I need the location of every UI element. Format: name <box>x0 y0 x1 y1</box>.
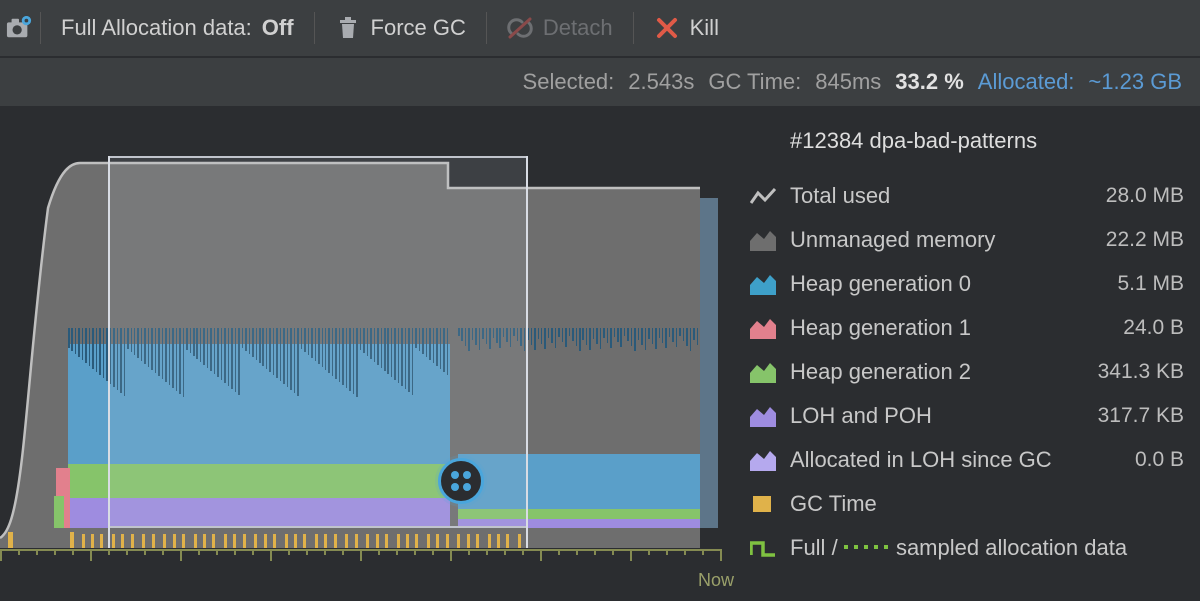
current-position-marker <box>700 198 718 528</box>
process-title: #12384 dpa-bad-patterns <box>790 128 1190 154</box>
area-icon <box>750 361 776 383</box>
snapshot-settings-icon[interactable] <box>6 15 32 41</box>
close-x-icon <box>654 15 680 41</box>
area-icon <box>750 229 776 251</box>
legend-value: 341.3 KB <box>1080 360 1190 384</box>
selection-handle-right[interactable] <box>526 156 528 548</box>
detach-icon <box>507 15 533 41</box>
detach-button: Detach <box>489 0 631 56</box>
legend-value: 24.0 B <box>1080 316 1190 340</box>
gc-time-value: 845ms <box>815 69 881 95</box>
allocated-value: ~1.23 GB <box>1088 69 1182 95</box>
square-icon <box>750 493 776 515</box>
trash-icon <box>335 15 361 41</box>
selection-handle-left[interactable] <box>108 156 110 548</box>
separator <box>486 12 487 44</box>
time-ruler[interactable] <box>0 549 720 573</box>
ruler-now-label: Now <box>698 570 734 591</box>
grid-dots-icon <box>451 471 471 491</box>
separator <box>633 12 634 44</box>
kill-label: Kill <box>690 15 719 41</box>
legend-loh-alloc[interactable]: Allocated in LOH since GC 0.0 B <box>750 438 1190 482</box>
legend-label: Heap generation 1 <box>790 315 1066 341</box>
separator <box>40 12 41 44</box>
legend-value: 28.0 MB <box>1080 184 1190 208</box>
area-icon <box>750 405 776 427</box>
gc-time-pct: 33.2 % <box>895 69 964 95</box>
legend-label: LOH and POH <box>790 403 1066 429</box>
legend-label: Unmanaged memory <box>790 227 1066 253</box>
allocation-data-toggle[interactable]: Full Allocation data: Off <box>43 0 312 56</box>
selected-value: 2.543s <box>628 69 694 95</box>
separator <box>314 12 315 44</box>
legend-label: Full / sampled allocation data <box>790 535 1190 561</box>
status-bar: Selected: 2.543s GC Time: 845ms 33.2 % A… <box>0 58 1200 108</box>
legend-value: 0.0 B <box>1080 448 1190 472</box>
selected-label: Selected: <box>523 69 615 95</box>
gc-time-bars <box>0 530 700 548</box>
legend-unmanaged[interactable]: Unmanaged memory 22.2 MB <box>750 218 1190 262</box>
memory-chart[interactable] <box>0 148 700 548</box>
main-area: Now #12384 dpa-bad-patterns Total used 2… <box>0 108 1200 601</box>
toolbar: Full Allocation data: Off Force GC Detac… <box>0 0 1200 58</box>
legend-total-used[interactable]: Total used 28.0 MB <box>750 174 1190 218</box>
legend-gc-time[interactable]: GC Time <box>750 482 1190 526</box>
area-icon <box>750 449 776 471</box>
force-gc-label: Force GC <box>371 15 466 41</box>
detach-label: Detach <box>543 15 613 41</box>
gc-time-label: GC Time: <box>708 69 801 95</box>
area-icon <box>750 273 776 295</box>
legend-label: Total used <box>790 183 1066 209</box>
allocated-label: Allocated: <box>978 69 1075 95</box>
legend-gen0[interactable]: Heap generation 0 5.1 MB <box>750 262 1190 306</box>
legend-panel: #12384 dpa-bad-patterns Total used 28.0 … <box>720 108 1200 601</box>
legend-value: 317.7 KB <box>1080 404 1190 428</box>
snapshot-marker[interactable] <box>438 458 484 504</box>
legend-loh[interactable]: LOH and POH 317.7 KB <box>750 394 1190 438</box>
chart-area[interactable]: Now <box>0 108 720 601</box>
line-icon <box>750 185 776 207</box>
legend-alloc-data[interactable]: Full / sampled allocation data <box>750 526 1190 570</box>
legend-gen2[interactable]: Heap generation 2 341.3 KB <box>750 350 1190 394</box>
kill-button[interactable]: Kill <box>636 0 737 56</box>
step-line-icon <box>750 537 776 559</box>
legend-value: 5.1 MB <box>1080 272 1190 296</box>
legend-label: Heap generation 2 <box>790 359 1066 385</box>
legend-label: Heap generation 0 <box>790 271 1066 297</box>
force-gc-button[interactable]: Force GC <box>317 0 484 56</box>
allocation-data-label: Full Allocation data: <box>61 15 252 41</box>
legend-value: 22.2 MB <box>1080 228 1190 252</box>
allocation-data-state: Off <box>262 15 294 41</box>
legend-gen1[interactable]: Heap generation 1 24.0 B <box>750 306 1190 350</box>
area-icon <box>750 317 776 339</box>
legend-label: Allocated in LOH since GC <box>790 447 1066 473</box>
legend-label: GC Time <box>790 491 1066 517</box>
dotted-line-icon <box>844 545 890 549</box>
